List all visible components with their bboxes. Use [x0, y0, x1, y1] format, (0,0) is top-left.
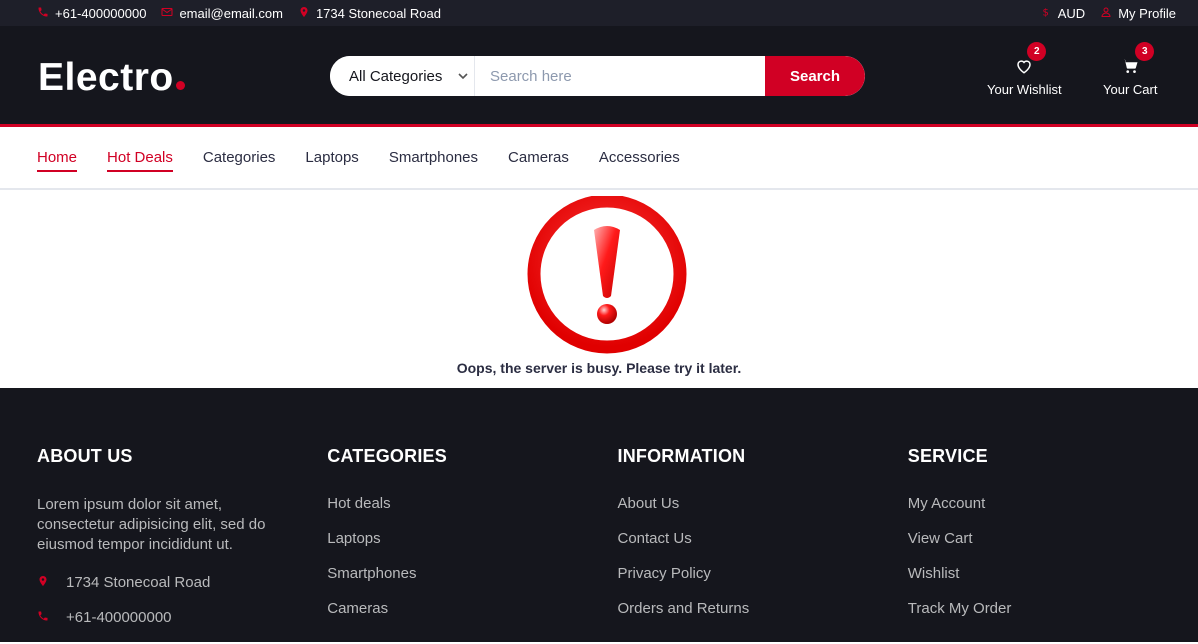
footer-about: ABOUT US Lorem ipsum dolor sit amet, con…: [37, 388, 327, 642]
nav-item-laptops[interactable]: Laptops: [305, 145, 358, 170]
footer-service: SERVICE My Account View Cart Wishlist Tr…: [908, 388, 1198, 642]
top-address-text: 1734 Stonecoal Road: [315, 5, 441, 21]
wishlist-icon-wrap: 2: [1015, 42, 1047, 78]
heart-icon: [1015, 57, 1033, 78]
footer-categories-list: Hot deals Laptops Smartphones Cameras: [327, 495, 617, 635]
wishlist-count-badge: 2: [1027, 42, 1047, 61]
logo-dot-icon: [175, 81, 185, 90]
chevron-down-icon: [458, 68, 468, 85]
nav-item-categories[interactable]: Categories: [203, 145, 276, 170]
main-content: Oops, the server is busy. Please try it …: [0, 190, 1198, 388]
top-account: $ AUD My Profile: [1040, 6, 1176, 21]
profile-link[interactable]: My Profile: [1100, 6, 1176, 21]
phone-icon: [37, 609, 49, 626]
footer-link-my-account[interactable]: My Account: [908, 495, 1198, 530]
footer-link-wishlist[interactable]: Wishlist: [908, 565, 1198, 600]
footer-service-title: SERVICE: [907, 446, 988, 466]
footer: ABOUT US Lorem ipsum dolor sit amet, con…: [0, 388, 1198, 642]
exclamation-warning-icon: [523, 194, 691, 354]
cart-icon-wrap: 3: [1121, 42, 1155, 78]
footer-phone-text: +61-400000000: [66, 609, 172, 626]
footer-service-list: My Account View Cart Wishlist Track My O…: [908, 495, 1198, 635]
footer-link-view-cart[interactable]: View Cart: [908, 530, 1198, 565]
footer-categories: CATEGORIES Hot deals Laptops Smartphones…: [327, 388, 617, 642]
currency-selector[interactable]: $ AUD: [1040, 6, 1085, 21]
nav-item-home[interactable]: Home: [37, 145, 78, 172]
nav-item-smartphones[interactable]: Smartphones: [389, 145, 478, 170]
search-button[interactable]: Search: [765, 56, 865, 96]
footer-categories-title: CATEGORIES: [327, 446, 447, 466]
footer-link-privacy-policy[interactable]: Privacy Policy: [618, 565, 908, 600]
nav-item-cameras[interactable]: Cameras: [508, 145, 569, 170]
footer-address-text: 1734 Stonecoal Road: [66, 574, 211, 591]
top-phone-text: +61-400000000: [55, 5, 147, 21]
logo-text: Electro: [38, 56, 174, 99]
search-input[interactable]: [475, 56, 765, 96]
cart-count-badge: 3: [1135, 42, 1155, 61]
footer-link-orders-returns[interactable]: Orders and Returns: [618, 600, 908, 635]
shopping-cart-icon: [1121, 57, 1139, 78]
dollar-icon: $: [1040, 6, 1052, 21]
currency-text: AUD: [1057, 5, 1086, 21]
profile-text: My Profile: [1118, 5, 1176, 21]
main-header: Electro All Categories Search 2 Your Wis…: [0, 26, 1198, 127]
map-marker-icon: [37, 574, 49, 591]
footer-information-list: About Us Contact Us Privacy Policy Order…: [618, 495, 908, 635]
top-bar: +61-400000000 email@email.com 1734 Stone…: [0, 0, 1198, 26]
footer-phone[interactable]: +61-400000000: [37, 600, 327, 635]
user-icon: [1100, 6, 1112, 21]
cart-link[interactable]: 3 Your Cart: [1103, 42, 1158, 97]
top-address[interactable]: 1734 Stonecoal Road: [298, 6, 441, 21]
wishlist-link[interactable]: 2 Your Wishlist: [987, 42, 1062, 97]
envelope-icon: [161, 6, 173, 21]
footer-information-title: INFORMATION: [617, 446, 746, 466]
top-email[interactable]: email@email.com: [161, 6, 283, 21]
top-phone[interactable]: +61-400000000: [37, 6, 146, 21]
cart-label: Your Cart: [1103, 82, 1158, 97]
footer-link-laptops[interactable]: Laptops: [327, 530, 617, 565]
footer-link-contact-us[interactable]: Contact Us: [618, 530, 908, 565]
svg-text:$: $: [1042, 7, 1048, 18]
category-select-value: All Categories: [349, 67, 443, 85]
footer-link-about-us[interactable]: About Us: [618, 495, 908, 530]
footer-link-hot-deals[interactable]: Hot deals: [327, 495, 617, 530]
footer-link-cameras[interactable]: Cameras: [327, 600, 617, 635]
footer-about-text: Lorem ipsum dolor sit amet, consectetur …: [37, 496, 266, 553]
server-busy-message: Oops, the server is busy. Please try it …: [456, 360, 742, 376]
top-contacts: +61-400000000 email@email.com 1734 Stone…: [37, 6, 441, 21]
logo[interactable]: Electro: [38, 56, 185, 100]
category-select[interactable]: All Categories: [330, 56, 475, 96]
search-form: All Categories Search: [330, 56, 865, 96]
nav-item-accessories[interactable]: Accessories: [599, 145, 680, 170]
phone-icon: [37, 6, 49, 21]
footer-address[interactable]: 1734 Stonecoal Road: [37, 565, 327, 600]
footer-link-track-order[interactable]: Track My Order: [908, 600, 1198, 635]
main-navigation: Home Hot Deals Categories Laptops Smartp…: [0, 127, 1198, 190]
footer-link-smartphones[interactable]: Smartphones: [327, 565, 617, 600]
nav-item-hot-deals[interactable]: Hot Deals: [107, 145, 173, 172]
top-email-text: email@email.com: [179, 5, 283, 21]
map-marker-icon: [298, 6, 310, 21]
wishlist-label: Your Wishlist: [987, 82, 1062, 97]
footer-information: INFORMATION About Us Contact Us Privacy …: [618, 388, 908, 642]
footer-about-title: ABOUT US: [37, 446, 133, 466]
